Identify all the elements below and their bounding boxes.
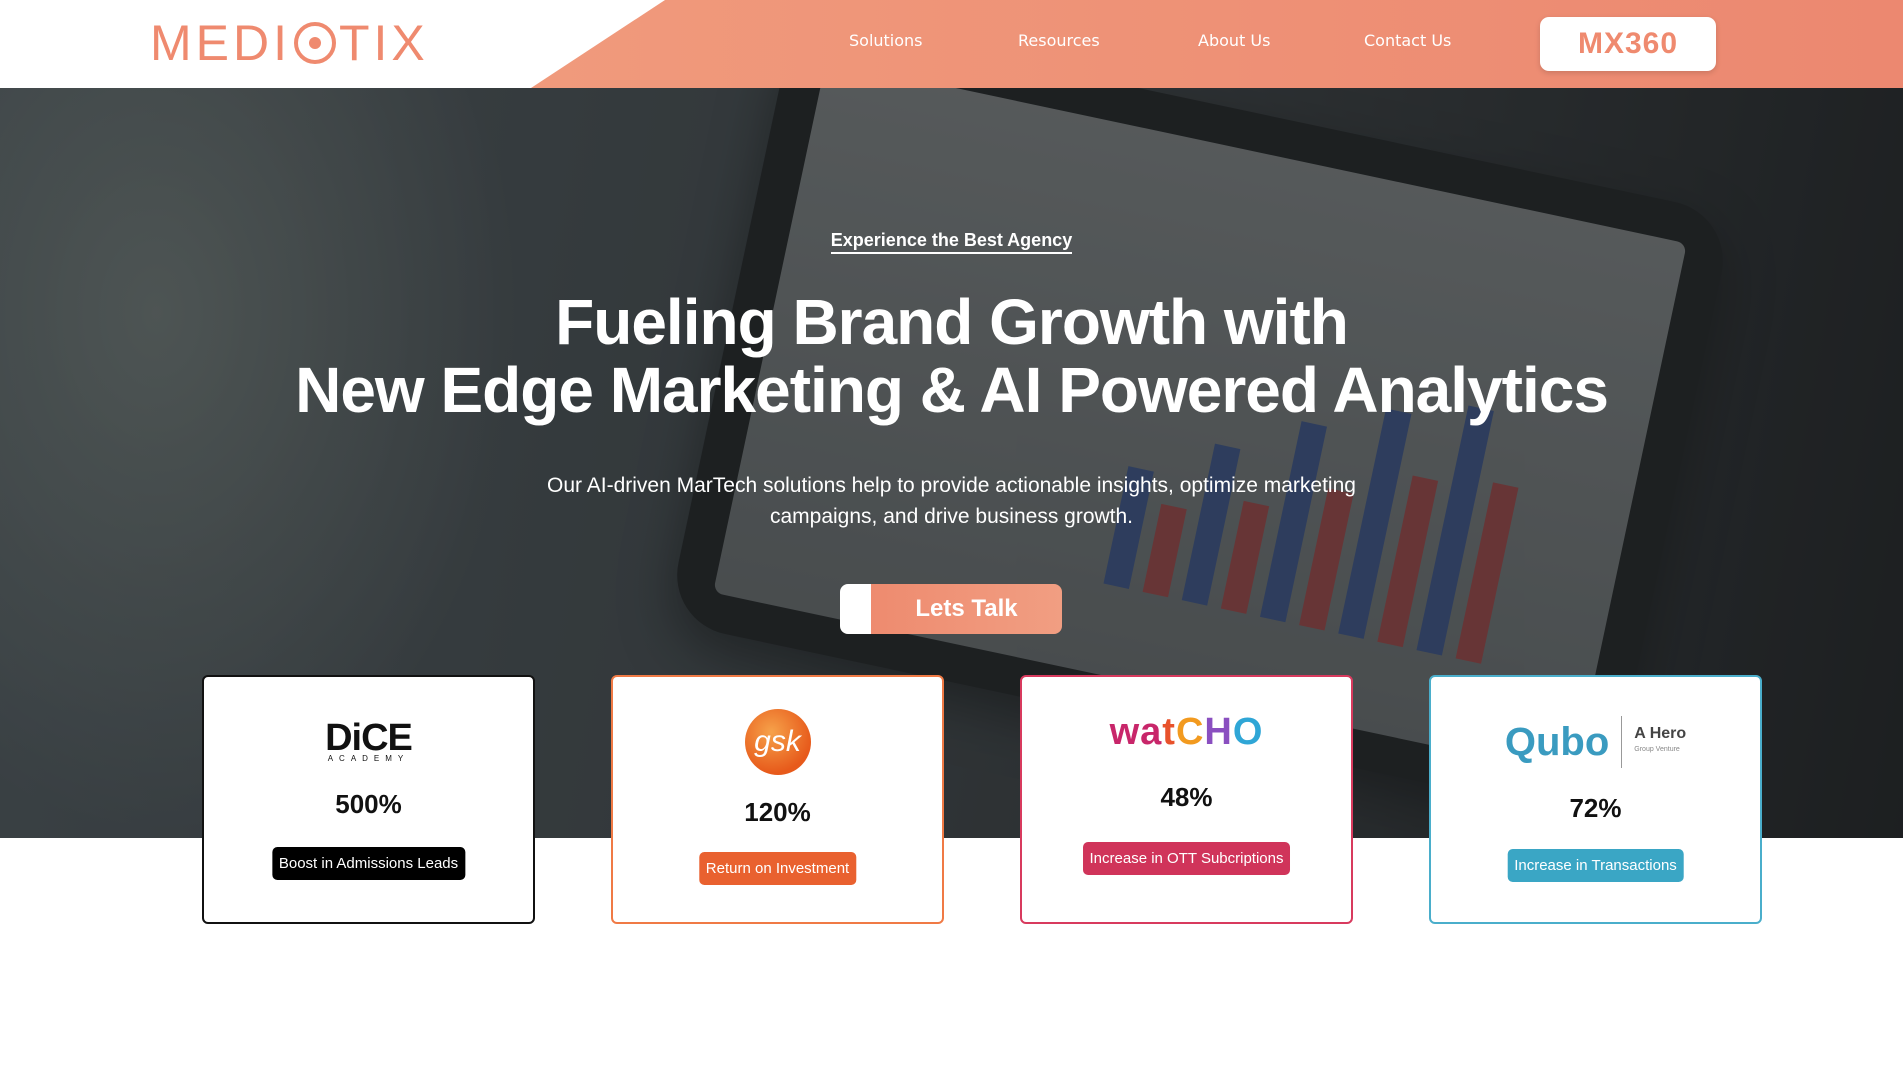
hero-headline: Fueling Brand Growth with New Edge Marke… — [0, 288, 1903, 424]
nav-about-us[interactable]: About Us — [1198, 31, 1270, 50]
headline-line-2: New Edge Marketing & AI Powered Analytic… — [295, 354, 1609, 426]
gsk-logo: gsk — [613, 707, 942, 777]
lets-talk-button[interactable]: Lets Talk — [840, 584, 1062, 634]
headline-line-1: Fueling Brand Growth with — [555, 286, 1349, 358]
card-badge: Increase in OTT Subcriptions — [1082, 842, 1291, 875]
subtitle-line-2: campaigns, and drive business growth. — [769, 505, 1134, 528]
logo-o-mark-icon — [294, 22, 336, 64]
mediotix-logo[interactable]: MEDI TIX — [150, 15, 429, 71]
qubo-logo-text: Qubo — [1504, 719, 1610, 764]
dice-academy-logo: DiCE ACADEMY — [204, 707, 533, 777]
nav-resources[interactable]: Resources — [1018, 31, 1100, 50]
dice-logo-text: DiCE — [325, 717, 413, 759]
card-value: 72% — [1569, 793, 1622, 823]
nav-solutions[interactable]: Solutions — [849, 31, 923, 50]
eyebrow-text: Experience the Best Agency — [830, 230, 1073, 254]
cta-label: Lets Talk — [871, 584, 1062, 634]
hero-partner-subtext: Group Venture — [1634, 746, 1680, 753]
card-badge: Increase in Transactions — [1507, 849, 1684, 882]
hero-subtitle: Our AI-driven MarTech solutions help to … — [0, 470, 1903, 532]
mx360-button[interactable]: MX360 — [1540, 17, 1716, 71]
result-card-watcho: watCHO 48% Increase in OTT Subcriptions — [1020, 675, 1353, 924]
card-badge: Return on Investment — [698, 852, 857, 885]
card-badge: Boost in Admissions Leads — [271, 847, 466, 880]
result-card-qubo: Qubo A Hero Group Venture 72% Increase in… — [1429, 675, 1762, 924]
hero-partner-text: A Hero — [1634, 725, 1687, 742]
logo-text-end: TIX — [339, 15, 429, 71]
watcho-logo-text: watCHO — [1109, 710, 1264, 753]
subtitle-line-1: Our AI-driven MarTech solutions help to … — [547, 474, 1356, 497]
result-card-dice: DiCE ACADEMY 500% Boost in Admissions Lea… — [202, 675, 535, 924]
gsk-logo-mark: gsk — [744, 709, 811, 775]
hero-eyebrow: Experience the Best Agency — [0, 230, 1903, 254]
qubo-logo: Qubo A Hero Group Venture — [1431, 707, 1760, 777]
card-value: 48% — [1160, 782, 1213, 812]
dice-logo-subtext: ACADEMY — [327, 754, 410, 763]
card-value: 500% — [335, 789, 402, 819]
card-value: 120% — [744, 797, 811, 827]
site-header: MEDI TIX Solutions Resources About Us Con… — [0, 0, 1903, 88]
nav-contact-us[interactable]: Contact Us — [1364, 31, 1451, 50]
cta-accent-strip — [840, 584, 871, 634]
result-card-gsk: gsk 120% Return on Investment — [611, 675, 944, 924]
watcho-logo: watCHO — [1022, 697, 1351, 767]
logo-text-start: MEDI — [150, 15, 291, 71]
